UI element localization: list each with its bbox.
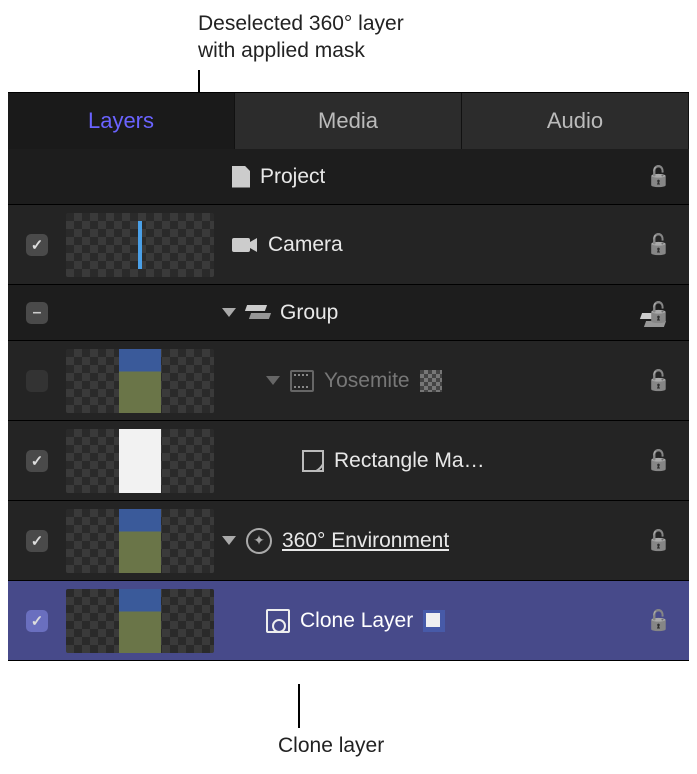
lock-icon[interactable] <box>646 368 671 393</box>
layers-panel: Layers Media Audio Project Camera <box>8 92 689 661</box>
yosemite-thumbnail[interactable] <box>66 349 214 413</box>
camera-icon <box>232 236 258 254</box>
transparency-indicator-icon <box>420 370 442 392</box>
clone-checkbox[interactable] <box>26 610 48 632</box>
lock-icon[interactable] <box>646 528 671 553</box>
row-project[interactable]: Project <box>8 149 689 205</box>
filmstrip-icon <box>290 370 314 392</box>
env-name: 360° Environment <box>282 529 449 553</box>
yosemite-checkbox[interactable] <box>26 370 48 392</box>
camera-label-area: Camera <box>222 233 689 257</box>
env-thumbnail[interactable] <box>66 509 214 573</box>
clone-thumbnail[interactable] <box>66 589 214 653</box>
disclosure-icon[interactable] <box>266 376 280 385</box>
rectmask-label-area: Rectangle Ma… <box>222 449 689 473</box>
360-icon: ✦ <box>246 528 272 554</box>
group-label-area: Group <box>222 301 689 325</box>
rectmask-checkbox[interactable] <box>26 450 48 472</box>
tab-media[interactable]: Media <box>235 93 462 149</box>
callout-line-bottom-v <box>298 684 300 728</box>
clone-indicator-icon <box>423 610 445 632</box>
env-label-area: ✦ 360° Environment <box>222 528 689 554</box>
tab-audio[interactable]: Audio <box>462 93 689 149</box>
clone-name: Clone Layer <box>300 609 413 633</box>
camera-checkbox[interactable] <box>26 234 48 256</box>
project-name: Project <box>260 165 325 189</box>
project-label-area: Project <box>222 165 689 189</box>
row-360env[interactable]: ✦ 360° Environment <box>8 501 689 581</box>
camera-thumbnail[interactable] <box>66 213 214 277</box>
clone-icon <box>266 609 290 633</box>
row-group[interactable]: Group <box>8 285 689 341</box>
clone-label-area: Clone Layer <box>222 609 689 633</box>
mask-icon <box>302 450 324 472</box>
camera-name: Camera <box>268 233 343 257</box>
row-camera[interactable]: Camera <box>8 205 689 285</box>
row-clone-layer[interactable]: Clone Layer <box>8 581 689 661</box>
lock-icon[interactable] <box>646 608 671 633</box>
disclosure-icon[interactable] <box>222 308 236 317</box>
lock-icon[interactable] <box>646 164 671 189</box>
rectmask-name: Rectangle Ma… <box>334 449 485 473</box>
lock-icon[interactable] <box>646 448 671 473</box>
annotation-top: Deselected 360° layer with applied mask <box>198 10 404 65</box>
yosemite-label-area: Yosemite <box>222 369 689 393</box>
lock-icon[interactable] <box>646 300 671 325</box>
group-checkbox[interactable] <box>26 302 48 324</box>
tab-layers[interactable]: Layers <box>8 93 235 149</box>
project-icon <box>232 166 250 188</box>
row-rectmask[interactable]: Rectangle Ma… <box>8 421 689 501</box>
lock-icon[interactable] <box>646 232 671 257</box>
tab-bar: Layers Media Audio <box>8 93 689 149</box>
group-icon <box>246 305 270 321</box>
env-checkbox[interactable] <box>26 530 48 552</box>
rectmask-thumbnail[interactable] <box>66 429 214 493</box>
group-name: Group <box>280 301 338 325</box>
row-yosemite[interactable]: Yosemite <box>8 341 689 421</box>
annotation-bottom: Clone layer <box>278 732 384 759</box>
disclosure-icon[interactable] <box>222 536 236 545</box>
yosemite-name: Yosemite <box>324 369 410 393</box>
